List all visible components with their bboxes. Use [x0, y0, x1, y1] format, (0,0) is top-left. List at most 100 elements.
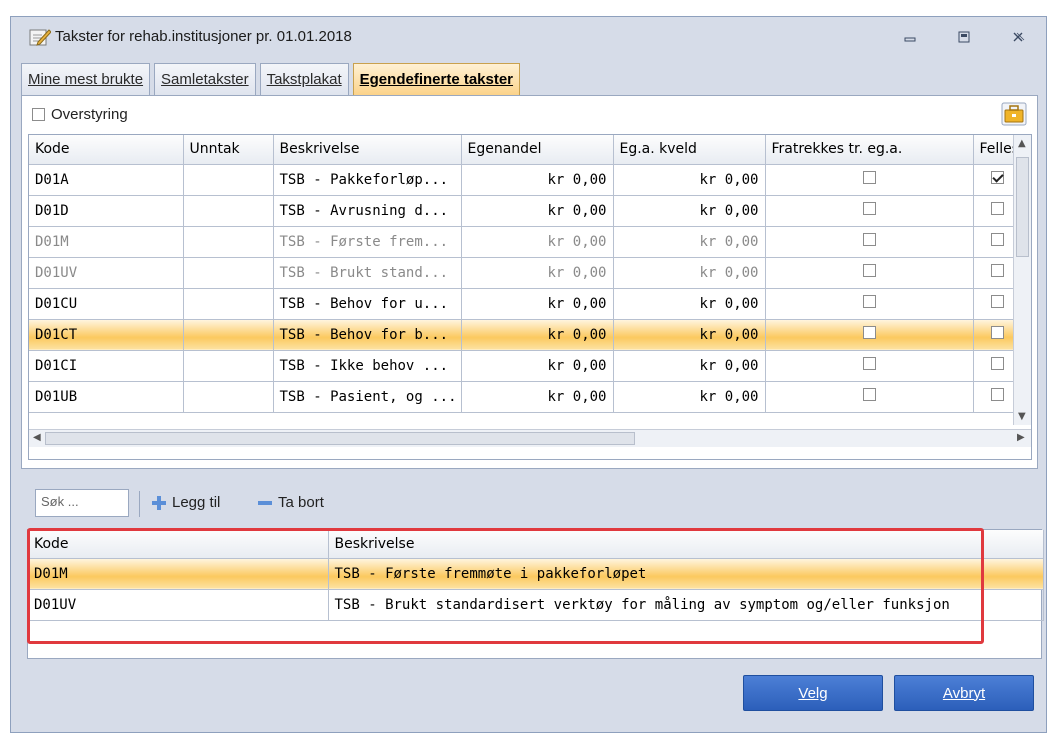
- grid-cell-kveld: kr 0,00: [613, 288, 766, 320]
- grid-row[interactable]: D01UB TSB - Pasient, og ... kr 0,00 kr 0,00: [29, 381, 1022, 413]
- grid-row[interactable]: D01M TSB - Første frem... kr 0,00 kr 0,00: [29, 226, 1022, 258]
- grid-cell-unntak: [183, 257, 274, 289]
- selected-takster-table: Kode Beskrivelse D01M TSB - Første fremmø…: [28, 530, 1044, 621]
- grid-row[interactable]: D01A TSB - Pakkeforløp... kr 0,00 kr 0,00: [29, 164, 1022, 196]
- grid-cell-fratrekkes: [765, 319, 974, 351]
- grid-cell-fratrekkes-checkbox[interactable]: [862, 295, 876, 308]
- grid-cell-kode: D01M: [29, 226, 184, 258]
- grid-cell-beskrivelse: TSB - Behov for u...: [273, 288, 462, 320]
- grid-row[interactable]: D01CT TSB - Behov for b... kr 0,00 kr 0,00: [29, 319, 1022, 351]
- tab-mine-mest-brukte[interactable]: Mine mest brukte: [21, 63, 151, 95]
- grid-cell-kveld: kr 0,00: [613, 319, 766, 351]
- grid-cell-fratrekkes-checkbox[interactable]: [862, 388, 876, 401]
- grid-cell-kode: D01CU: [29, 288, 184, 320]
- grid-cell-kveld: kr 0,00: [613, 381, 766, 413]
- grid-cell-fratrekkes-checkbox[interactable]: [862, 233, 876, 246]
- grid-cell-felles-checkbox[interactable]: [990, 233, 1004, 246]
- grid-cell-kode: D01CT: [29, 319, 184, 351]
- override-checkbox-box[interactable]: [32, 108, 45, 121]
- grid-cell-fratrekkes: [765, 226, 974, 258]
- tab-samletakster[interactable]: Samletakster: [154, 63, 256, 95]
- override-checkbox[interactable]: Overstyring: [32, 106, 128, 123]
- grid-cell-egenandel: kr 0,00: [461, 195, 614, 227]
- column-header-unntak[interactable]: Unntak: [183, 135, 274, 165]
- grid-cell-beskrivelse: TSB - Pakkeforløp...: [273, 164, 462, 196]
- grid-cell-beskrivelse: TSB - Ikke behov ...: [273, 350, 462, 382]
- list-column-header-beskrivelse[interactable]: Beskrivelse: [328, 530, 1044, 559]
- grid-cell-felles-checkbox[interactable]: [990, 388, 1004, 401]
- grid-cell-egenandel: kr 0,00: [461, 319, 614, 351]
- grid-cell-beskrivelse: TSB - Behov for b...: [273, 319, 462, 351]
- grid-cell-egenandel: kr 0,00: [461, 257, 614, 289]
- restore-icon[interactable]: [953, 27, 975, 47]
- grid-cell-fratrekkes: [765, 164, 974, 196]
- grid-cell-egenandel: kr 0,00: [461, 350, 614, 382]
- grid-cell-fratrekkes: [765, 288, 974, 320]
- remove-button-label: Ta bort: [278, 494, 324, 511]
- grid-cell-fratrekkes: [765, 257, 974, 289]
- minus-icon: [258, 500, 272, 505]
- horizontal-scrollbar[interactable]: ◀ ▶: [29, 429, 1031, 447]
- list-column-header-kode[interactable]: Kode: [28, 530, 329, 559]
- column-header-beskrivelse[interactable]: Beskrivelse: [273, 135, 462, 165]
- tab-takstplakat[interactable]: Takstplakat: [259, 63, 349, 95]
- search-input[interactable]: Søk ...: [35, 489, 129, 517]
- column-header-fratrekkes[interactable]: Fratrekkes tr. eg.a.: [765, 135, 974, 165]
- grid-cell-fratrekkes-checkbox[interactable]: [862, 171, 876, 184]
- select-button[interactable]: Velg: [743, 675, 883, 711]
- grid-cell-egenandel: kr 0,00: [461, 226, 614, 258]
- grid-cell-kode: D01CI: [29, 350, 184, 382]
- tab-egendefinerte-takster[interactable]: Egendefinerte takster: [352, 63, 521, 95]
- column-header-egenandel[interactable]: Egenandel: [461, 135, 614, 165]
- column-header-kode[interactable]: Kode: [29, 135, 184, 165]
- briefcase-icon[interactable]: [1001, 102, 1027, 126]
- grid-cell-beskrivelse: TSB - Brukt stand...: [273, 257, 462, 289]
- list-item[interactable]: D01UV TSB - Brukt standardisert verktøy f…: [28, 589, 1044, 621]
- list-cell-beskrivelse: TSB - Første fremmøte i pakkeforløpet: [328, 558, 1044, 590]
- grid-cell-felles-checkbox[interactable]: [990, 264, 1004, 277]
- toolbar-divider: [139, 491, 140, 517]
- vertical-scroll-thumb[interactable]: [1016, 157, 1029, 257]
- grid-row[interactable]: D01CU TSB - Behov for u... kr 0,00 kr 0,00: [29, 288, 1022, 320]
- scroll-up-icon[interactable]: ▲: [1018, 138, 1026, 149]
- vertical-scrollbar[interactable]: ▲ ▼: [1013, 135, 1031, 425]
- scroll-right-icon[interactable]: ▶: [1017, 432, 1025, 443]
- grid-cell-fratrekkes: [765, 350, 974, 382]
- grid-cell-unntak: [183, 319, 274, 351]
- grid-cell-unntak: [183, 164, 274, 196]
- grid-row[interactable]: D01UV TSB - Brukt stand... kr 0,00 kr 0,00: [29, 257, 1022, 289]
- scroll-left-icon[interactable]: ◀: [33, 432, 41, 443]
- grid-cell-kveld: kr 0,00: [613, 195, 766, 227]
- grid-cell-fratrekkes-checkbox[interactable]: [862, 264, 876, 277]
- add-button-label: Legg til: [172, 494, 221, 511]
- horizontal-scroll-thumb[interactable]: [45, 432, 635, 445]
- minimize-icon[interactable]: [899, 27, 921, 47]
- remove-button[interactable]: Ta bort: [257, 494, 324, 511]
- grid-cell-unntak: [183, 288, 274, 320]
- grid-cell-beskrivelse: TSB - Første frem...: [273, 226, 462, 258]
- cancel-button[interactable]: Avbryt: [894, 675, 1034, 711]
- plus-icon: [152, 495, 166, 510]
- grid-cell-felles-checkbox[interactable]: [990, 171, 1004, 184]
- column-header-kveld[interactable]: Eg.a. kveld: [613, 135, 766, 165]
- grid-cell-felles-checkbox[interactable]: [990, 357, 1004, 370]
- grid-cell-felles-checkbox[interactable]: [990, 326, 1004, 339]
- grid-row[interactable]: D01CI TSB - Ikke behov ... kr 0,00 kr 0,00: [29, 350, 1022, 382]
- tab-strip: Mine mest brukte Samletakster Takstplaka…: [21, 63, 524, 95]
- grid-cell-felles-checkbox[interactable]: [990, 202, 1004, 215]
- grid-cell-fratrekkes-checkbox[interactable]: [862, 326, 876, 339]
- grid-header-row: Kode Unntak Beskrivelse Egenandel Eg.a. …: [29, 135, 1022, 165]
- grid-body: D01A TSB - Pakkeforløp... kr 0,00 kr 0,00 D0…: [29, 164, 1022, 413]
- grid-cell-fratrekkes-checkbox[interactable]: [862, 202, 876, 215]
- grid-cell-kode: D01A: [29, 164, 184, 196]
- add-button[interactable]: Legg til: [151, 494, 220, 511]
- grid-cell-felles-checkbox[interactable]: [990, 295, 1004, 308]
- list-item[interactable]: D01M TSB - Første fremmøte i pakkeforløpe…: [28, 558, 1044, 590]
- grid-cell-fratrekkes-checkbox[interactable]: [862, 357, 876, 370]
- scroll-down-icon[interactable]: ▼: [1018, 411, 1026, 422]
- grid-cell-kveld: kr 0,00: [613, 350, 766, 382]
- close-icon[interactable]: [1007, 27, 1029, 47]
- grid-cell-kode: D01UV: [29, 257, 184, 289]
- grid-row[interactable]: D01D TSB - Avrusning d... kr 0,00 kr 0,00: [29, 195, 1022, 227]
- title-bar[interactable]: Takster for rehab.institusjoner pr. 01.0…: [11, 17, 1046, 57]
